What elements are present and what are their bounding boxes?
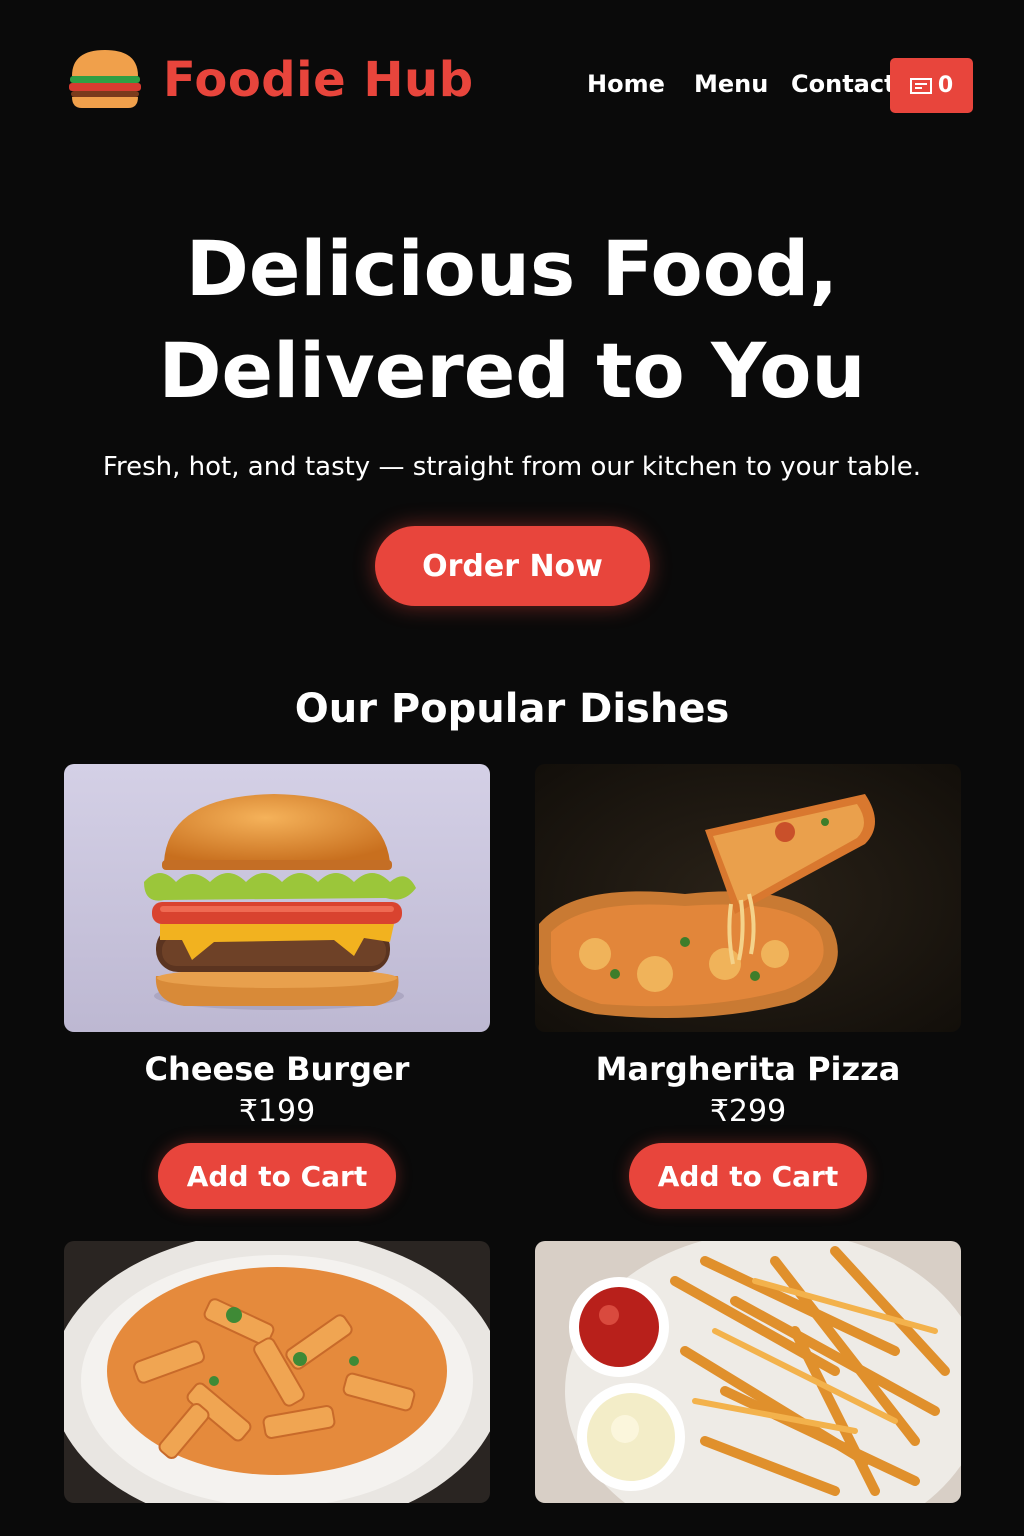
- pasta-image[interactable]: [64, 1241, 490, 1503]
- page: Foodie Hub Home Menu Contact 0 Delicious…: [0, 0, 1024, 1536]
- dish-card-margherita-pizza: Margherita Pizza ₹299 Add to Cart: [535, 764, 961, 1209]
- cheese-burger-photo: [64, 764, 490, 1032]
- dish-price: ₹199: [238, 1094, 316, 1129]
- add-to-cart-button[interactable]: Add to Cart: [629, 1143, 867, 1209]
- cart-button[interactable]: 0: [890, 58, 973, 113]
- hero-title: Delicious Food, Delivered to You: [0, 218, 1024, 422]
- nav-link-home[interactable]: Home: [587, 70, 665, 98]
- dish-name: Margherita Pizza: [595, 1050, 901, 1088]
- brand-name[interactable]: Foodie Hub: [163, 52, 474, 108]
- pasta-photo: [64, 1241, 490, 1503]
- cheese-burger-image[interactable]: [64, 764, 490, 1032]
- nav-link-contact[interactable]: Contact: [791, 70, 896, 98]
- dish-card-cheese-burger: Cheese Burger ₹199 Add to Cart: [64, 764, 490, 1209]
- hero-title-line-1: Delicious Food,: [185, 224, 839, 313]
- nav-link-menu[interactable]: Menu: [694, 70, 768, 98]
- logo[interactable]: [66, 46, 144, 112]
- section-title: Our Popular Dishes: [294, 686, 730, 732]
- burger-logo-icon: [69, 50, 141, 108]
- dish-price: ₹299: [709, 1094, 787, 1129]
- hero-subtitle: Fresh, hot, and tasty — straight from ou…: [102, 452, 922, 482]
- cart-count: 0: [937, 73, 954, 98]
- hero-title-line-2: Delivered to You: [158, 326, 866, 415]
- order-now-button[interactable]: Order Now: [375, 526, 650, 606]
- french-fries-image[interactable]: [535, 1241, 961, 1503]
- margherita-pizza-photo: [535, 764, 961, 1032]
- add-to-cart-button[interactable]: Add to Cart: [158, 1143, 396, 1209]
- french-fries-photo: [535, 1241, 961, 1503]
- cart-icon: [909, 77, 932, 94]
- dish-name: Cheese Burger: [144, 1050, 410, 1088]
- margherita-pizza-image[interactable]: [535, 764, 961, 1032]
- site-header: Foodie Hub Home Menu Contact 0: [0, 0, 1024, 150]
- dish-card-french-fries: [535, 1241, 961, 1503]
- dish-card-white-sauce-pasta: [64, 1241, 490, 1503]
